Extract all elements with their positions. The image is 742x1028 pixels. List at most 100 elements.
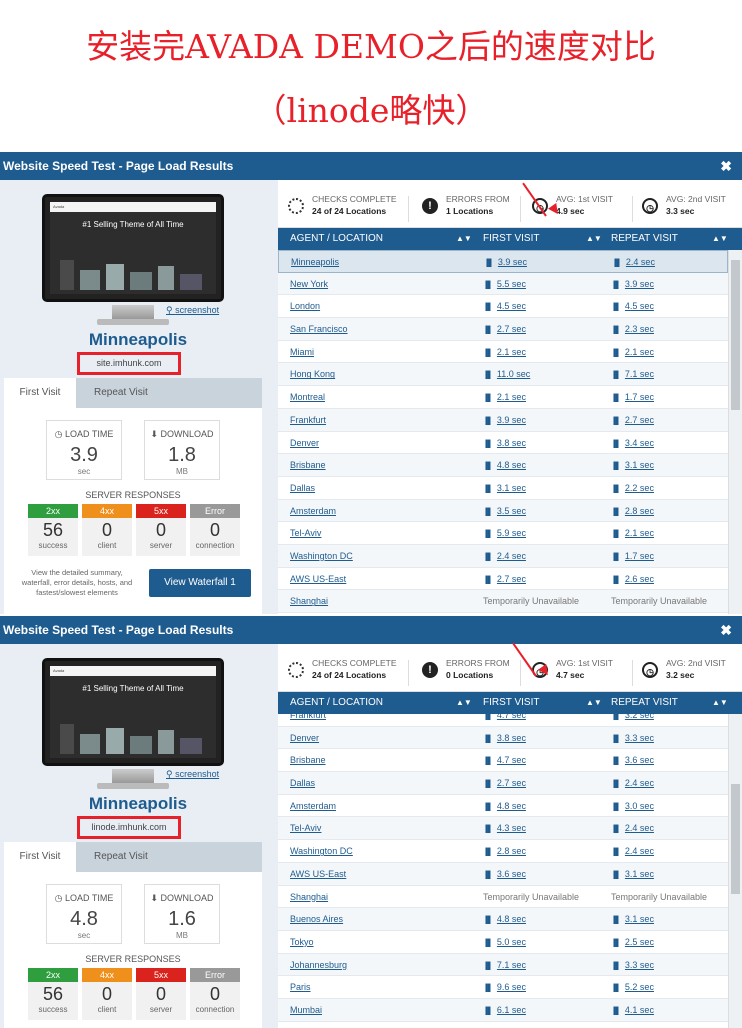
cell-text[interactable]: 2.1 sec — [625, 528, 654, 538]
location-link[interactable]: Denver — [290, 432, 319, 455]
close-icon[interactable]: ✖ — [720, 616, 732, 644]
location-link[interactable]: Minneapolis — [291, 251, 339, 274]
table-row[interactable]: Paris ▐▌ 9.6 sec ▐▌ 5.2 sec — [278, 976, 728, 999]
repeat-visit-value[interactable]: ▐▌ 2.8 sec — [611, 500, 654, 525]
first-visit-value[interactable]: ▐▌ 2.1 sec — [483, 386, 526, 411]
cell-text[interactable]: Tel-Aviv — [290, 823, 321, 833]
chart-icon[interactable]: ▐▌ — [611, 865, 621, 888]
cell-text[interactable]: 3.4 sec — [625, 438, 654, 448]
repeat-visit-value[interactable]: Temporarily Unavailable — [611, 590, 707, 613]
repeat-visit-value[interactable]: ▐▌ 2.7 sec — [611, 409, 654, 434]
cell-text[interactable]: 5.0 sec — [497, 937, 526, 947]
tab-first-visit[interactable]: First Visit — [4, 378, 76, 408]
location-link[interactable]: Amsterdam — [290, 795, 336, 818]
chart-icon[interactable]: ▐▌ — [611, 388, 621, 411]
cell-text[interactable]: Brisbane — [290, 460, 326, 470]
table-row[interactable]: Miami ▐▌ 2.1 sec ▐▌ 2.1 sec — [278, 341, 728, 364]
chart-icon[interactable]: ▐▌ — [611, 910, 621, 933]
table-row[interactable]: Minneapolis ▐▌ 3.9 sec ▐▌ 2.4 sec — [278, 250, 728, 273]
table-row[interactable]: Frankfurt ▐▌ 4.7 sec ▐▌ 3.2 sec — [278, 704, 728, 727]
chart-icon[interactable]: ▐▌ — [611, 706, 621, 729]
cell-text[interactable]: 1.7 sec — [625, 392, 654, 402]
chart-icon[interactable]: ▐▌ — [483, 343, 493, 366]
location-link[interactable]: Shanghai — [290, 886, 328, 909]
chart-icon[interactable]: ▐▌ — [611, 547, 621, 570]
repeat-visit-value[interactable]: ▐▌ 3.6 sec — [611, 749, 654, 774]
cell-text[interactable]: 2.7 sec — [497, 574, 526, 584]
chart-icon[interactable]: ▐▌ — [611, 275, 621, 298]
first-visit-value[interactable]: ▐▌ 2.4 sec — [483, 545, 526, 570]
cell-text[interactable]: 2.1 sec — [497, 392, 526, 402]
location-link[interactable]: AWS US-East — [290, 863, 346, 886]
repeat-visit-value[interactable]: ▐▌ 3.1 sec — [611, 908, 654, 933]
table-row[interactable]: Tel-Aviv ▐▌ 5.9 sec ▐▌ 2.1 sec — [278, 522, 728, 545]
chart-icon[interactable]: ▐▌ — [611, 933, 621, 956]
first-visit-value[interactable]: ▐▌ 3.9 sec — [483, 409, 526, 434]
table-row[interactable]: AWS US-East ▐▌ 3.6 sec ▐▌ 3.1 sec — [278, 862, 728, 888]
cell-text[interactable]: 3.9 sec — [497, 415, 526, 425]
chart-icon[interactable]: ▐▌ — [611, 751, 621, 774]
chart-icon[interactable]: ▐▌ — [483, 297, 493, 320]
location-link[interactable]: Montreal — [290, 386, 325, 409]
chart-icon[interactable]: ▐▌ — [611, 524, 621, 547]
cell-text[interactable]: Amsterdam — [290, 506, 336, 516]
chart-icon[interactable]: ▐▌ — [611, 729, 621, 752]
cell-text[interactable]: Amsterdam — [290, 801, 336, 811]
chart-icon[interactable]: ▐▌ — [483, 434, 493, 457]
chart-icon[interactable]: ▐▌ — [611, 842, 621, 865]
location-link[interactable]: Frankfurt — [290, 409, 326, 432]
location-link[interactable]: Hong Kong — [290, 363, 335, 386]
chart-icon[interactable]: ▐▌ — [483, 978, 493, 1001]
chart-icon[interactable]: ▐▌ — [483, 956, 493, 979]
cell-text[interactable]: 2.1 sec — [625, 347, 654, 357]
chart-icon[interactable]: ▐▌ — [483, 1001, 493, 1024]
chart-icon[interactable]: ▐▌ — [611, 978, 621, 1001]
location-link[interactable]: Mumbai — [290, 999, 322, 1022]
table-row[interactable]: Tel-Aviv ▐▌ 4.3 sec ▐▌ 2.4 sec — [278, 817, 728, 841]
cell-text[interactable]: 2.7 sec — [497, 324, 526, 334]
cell-text[interactable]: 3.6 sec — [625, 755, 654, 765]
repeat-visit-value[interactable]: ▐▌ 1.7 sec — [611, 386, 654, 411]
table-row[interactable]: Denver ▐▌ 3.8 sec ▐▌ 3.3 sec — [278, 726, 728, 752]
cell-text[interactable]: 2.1 sec — [497, 347, 526, 357]
cell-text[interactable]: 3.9 sec — [498, 257, 527, 267]
first-visit-value[interactable]: ▐▌ 2.8 sec — [483, 840, 526, 865]
first-visit-value[interactable]: ▐▌ 4.7 sec — [483, 704, 526, 729]
cell-text[interactable]: 3.5 sec — [497, 506, 526, 516]
table-row[interactable]: Dallas ▐▌ 2.7 sec ▐▌ 2.4 sec — [278, 772, 728, 795]
cell-text[interactable]: 1.7 sec — [625, 551, 654, 561]
table-row[interactable]: New York ▐▌ 5.5 sec ▐▌ 3.9 sec — [278, 272, 728, 298]
sort-icon[interactable]: ▲▼ — [712, 228, 728, 250]
table-row[interactable]: Montreal ▐▌ 2.1 sec ▐▌ 1.7 sec — [278, 386, 728, 409]
chart-icon[interactable]: ▐▌ — [483, 456, 493, 479]
scrollbar-thumb[interactable] — [731, 784, 740, 894]
cell-text[interactable]: 6.1 sec — [497, 1005, 526, 1015]
cell-text[interactable]: 3.9 sec — [625, 279, 654, 289]
location-link[interactable]: New York — [290, 273, 328, 296]
repeat-visit-value[interactable]: ▐▌ 5.2 sec — [611, 976, 654, 1001]
first-visit-value[interactable]: ▐▌ 11.0 sec — [483, 363, 530, 388]
chart-icon[interactable]: ▐▌ — [483, 547, 493, 570]
chart-icon[interactable]: ▐▌ — [611, 365, 621, 388]
first-visit-value[interactable]: ▐▌ 2.7 sec — [483, 772, 526, 797]
chart-icon[interactable]: ▐▌ — [483, 275, 493, 298]
cell-text[interactable]: 7.1 sec — [497, 960, 526, 970]
location-link[interactable]: San Francisco — [290, 318, 348, 341]
first-visit-value[interactable]: ▐▌ 3.5 sec — [483, 500, 526, 525]
cell-text[interactable]: 2.6 sec — [625, 574, 654, 584]
cell-text[interactable]: 2.5 sec — [625, 937, 654, 947]
table-scrollbar[interactable] — [728, 714, 742, 1028]
repeat-visit-value[interactable]: ▐▌ 3.3 sec — [611, 727, 654, 752]
cell-text[interactable]: 3.6 sec — [497, 869, 526, 879]
first-visit-value[interactable]: ▐▌ 5.5 sec — [483, 273, 526, 298]
location-link[interactable]: Denver — [290, 727, 319, 750]
table-row[interactable]: Dallas ▐▌ 3.1 sec ▐▌ 2.2 sec — [278, 477, 728, 500]
location-link[interactable]: Tokyo — [290, 931, 314, 954]
chart-icon[interactable]: ▐▌ — [611, 297, 621, 320]
location-link[interactable]: Dallas — [290, 772, 315, 795]
repeat-visit-value[interactable]: ▐▌ 3.0 sec — [611, 795, 654, 820]
first-visit-value[interactable]: ▐▌ 4.8 sec — [483, 454, 526, 479]
cell-text[interactable]: Dallas — [290, 778, 315, 788]
chart-icon[interactable]: ▐▌ — [483, 729, 493, 752]
cell-text[interactable]: 4.5 sec — [497, 301, 526, 311]
